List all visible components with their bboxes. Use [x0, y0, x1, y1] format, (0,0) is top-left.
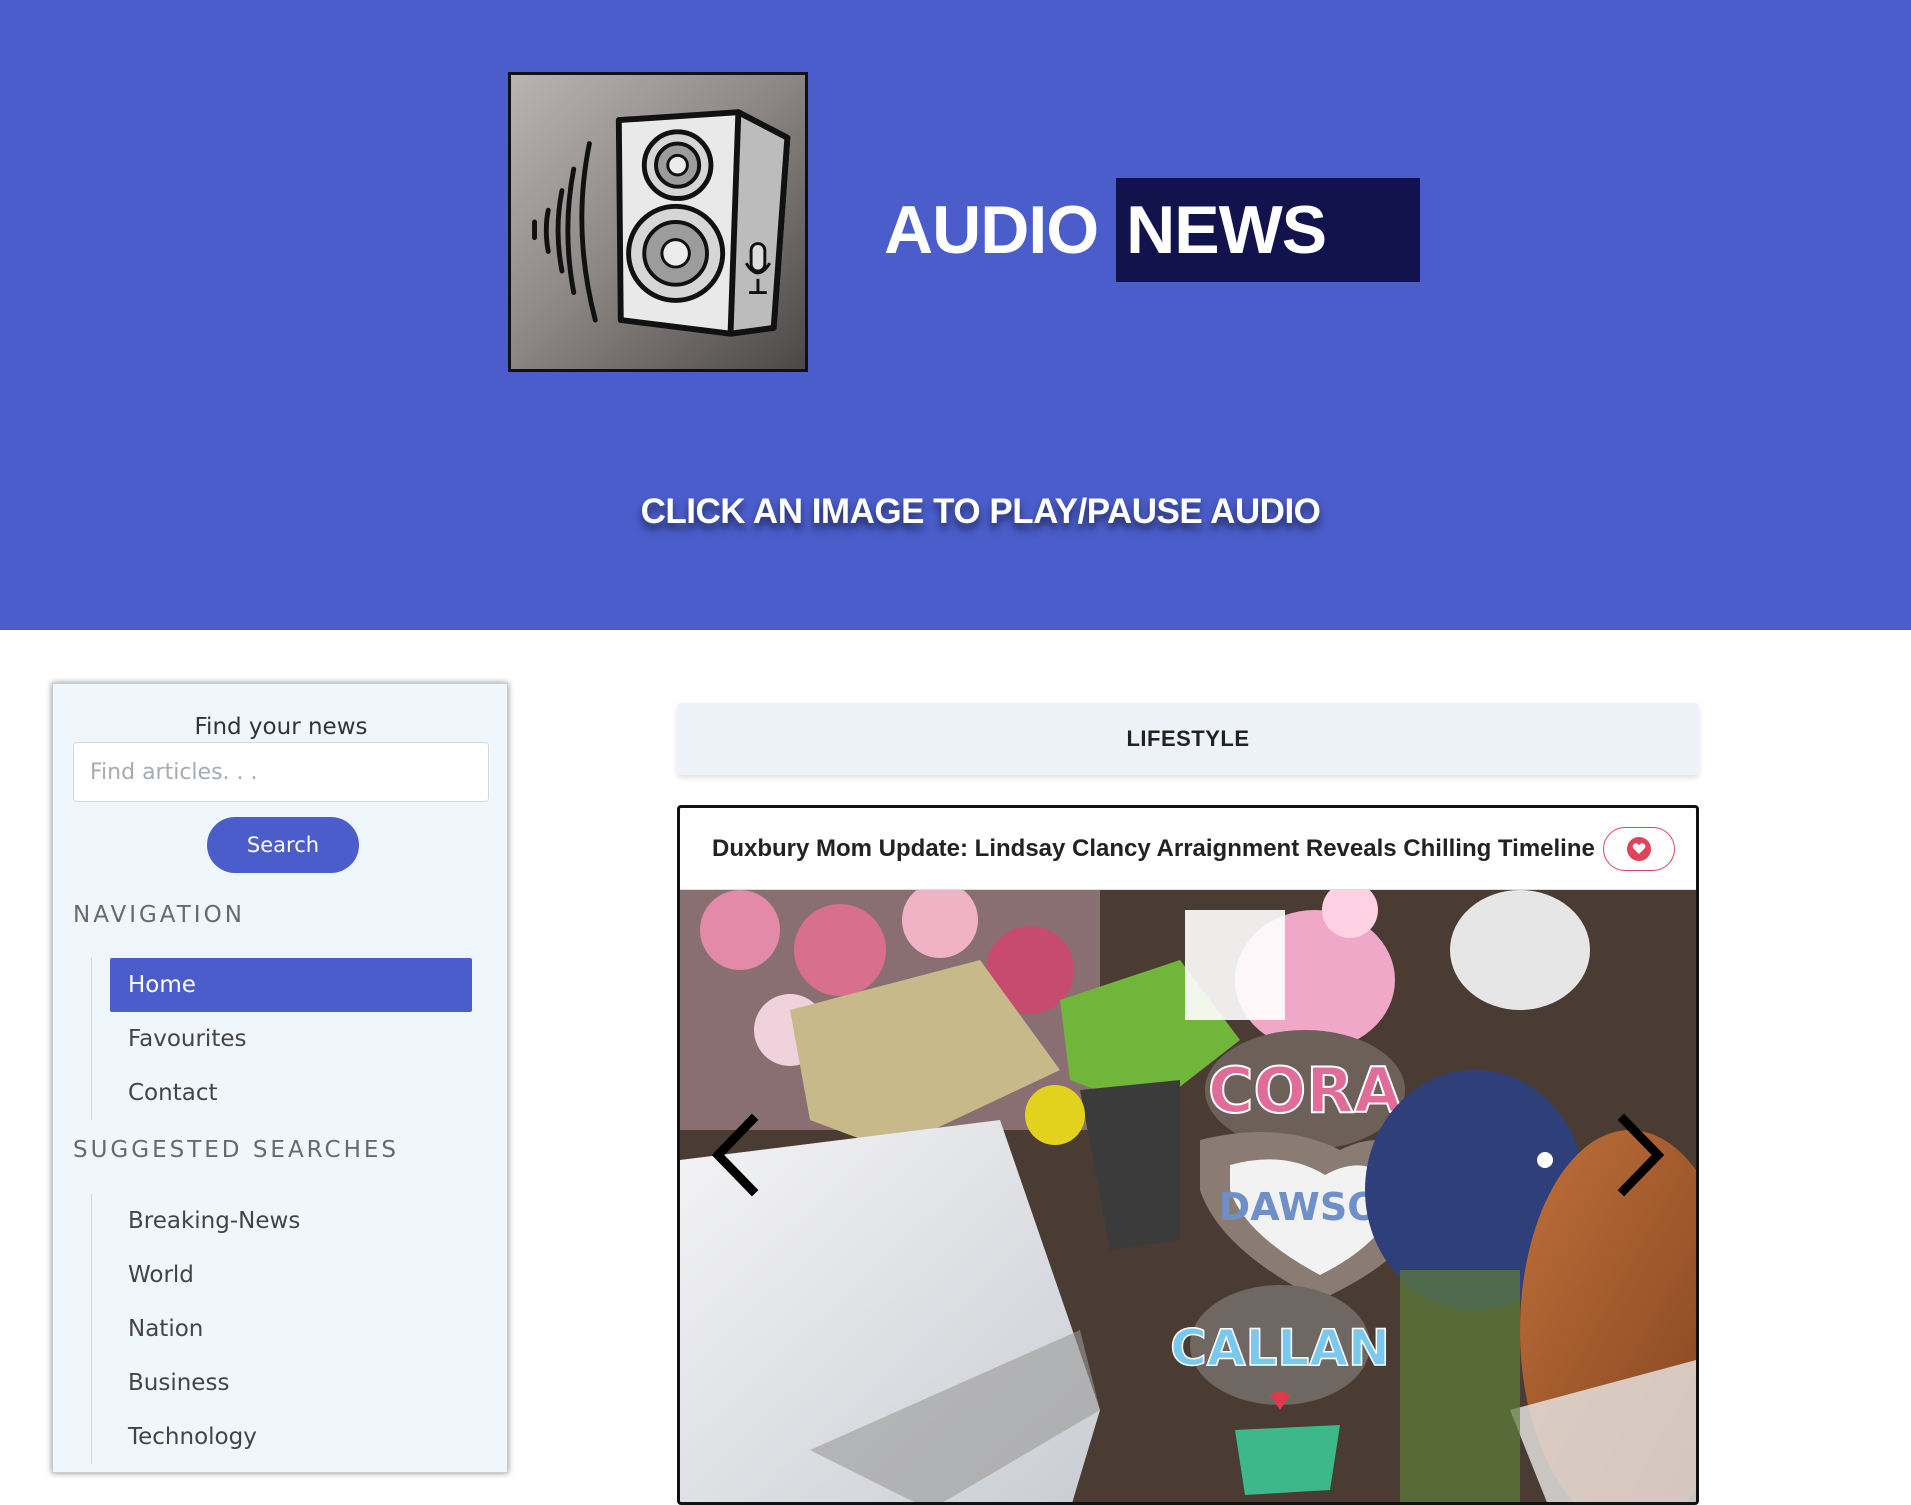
suggested-item-world[interactable]: World: [110, 1248, 487, 1302]
brand-news-text: NEWS: [1116, 178, 1421, 282]
chevron-right-icon: [1617, 1113, 1665, 1197]
navigation-heading: NAVIGATION: [73, 902, 245, 928]
search-label: Find your news: [194, 714, 368, 740]
suggested-item-technology[interactable]: Technology: [110, 1410, 487, 1464]
favourite-button[interactable]: [1602, 826, 1675, 871]
carousel-prev-button[interactable]: [700, 1110, 770, 1200]
nav-item-favourites[interactable]: Favourites: [110, 1012, 487, 1066]
brand-audio-text: AUDIO: [884, 192, 1099, 268]
sidebar: Find your news Search NAVIGATION Home Fa…: [52, 683, 508, 1473]
chevron-left-icon: [711, 1113, 759, 1197]
nav-item-contact[interactable]: Contact: [110, 1066, 487, 1120]
suggested-searches-heading: SUGGESTED SEARCHES: [73, 1137, 400, 1163]
nav-item-home[interactable]: Home: [110, 958, 472, 1012]
suggested-item-breaking-news[interactable]: Breaking-News: [110, 1194, 487, 1248]
carousel-next-button[interactable]: [1606, 1110, 1676, 1200]
stone-label-callan: CALLAN: [1170, 1319, 1390, 1377]
suggested-searches-list: Breaking-News World Nation Business Tech…: [91, 1194, 487, 1464]
speaker-icon: [508, 72, 808, 372]
page-tagline: CLICK AN IMAGE TO PLAY/PAUSE AUDIO: [640, 492, 1321, 531]
suggested-item-business[interactable]: Business: [110, 1356, 487, 1410]
article-header: Duxbury Mom Update: Lindsay Clancy Arrai…: [680, 808, 1696, 890]
article-title[interactable]: Duxbury Mom Update: Lindsay Clancy Arrai…: [712, 835, 1595, 863]
category-heading: LIFESTYLE: [677, 703, 1699, 775]
heart-icon: [1626, 836, 1651, 861]
search-input[interactable]: [73, 742, 489, 802]
navigation-list: Home Favourites Contact: [91, 958, 487, 1120]
search-button[interactable]: Search: [207, 817, 359, 873]
site-header: AUDIO NEWS CLICK AN IMAGE TO PLAY/PAUSE …: [0, 0, 1911, 630]
stone-label-cora: CORA: [1208, 1054, 1402, 1127]
suggested-item-nation[interactable]: Nation: [110, 1302, 487, 1356]
site-brand[interactable]: AUDIO NEWS: [884, 178, 1421, 282]
article-image[interactable]: CORA DAWSON CALLAN: [680, 890, 1696, 1502]
article-card: Duxbury Mom Update: Lindsay Clancy Arrai…: [677, 805, 1699, 1505]
